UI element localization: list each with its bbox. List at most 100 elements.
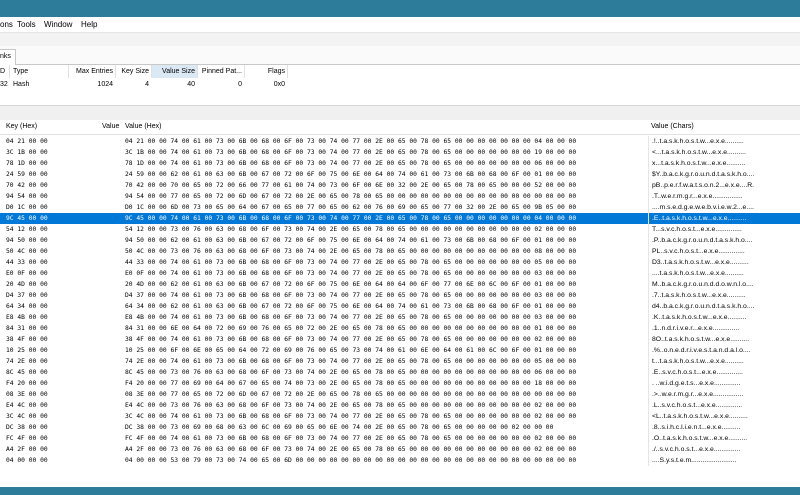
tab-links-label: nks xyxy=(0,53,11,60)
col-header-flags[interactable]: Flags xyxy=(245,65,288,78)
cell-value-hex: 04 00 00 00 53 00 79 00 73 00 74 00 65 0… xyxy=(125,457,577,464)
cell-value-hex: 24 59 00 00 62 00 61 00 63 00 6B 00 67 0… xyxy=(125,171,577,178)
column-divider xyxy=(648,235,649,246)
column-divider xyxy=(648,444,649,455)
cell-key-hex: 70 42 00 00 xyxy=(6,182,48,189)
cell-value-chars: <L..t.a.s.k.h.o.s.t.w...e.x.e.......... xyxy=(652,413,748,420)
column-divider xyxy=(648,180,649,191)
cell-value-hex: 20 4D 00 00 62 00 61 00 63 00 6B 00 67 0… xyxy=(125,281,577,288)
col-header-value[interactable]: Value xyxy=(102,120,119,134)
table-row[interactable]: E8 4B 00 00 E8 4B 00 00 74 00 61 00 73 00… xyxy=(0,312,800,323)
table-row[interactable]: 44 33 00 00 44 33 00 00 74 00 61 00 73 00… xyxy=(0,257,800,268)
table-row[interactable]: 38 4F 00 00 38 4F 00 00 74 00 61 00 73 00… xyxy=(0,334,800,345)
cell-value-chars: PL..s.v.c.h.o.s.t...e.x.e.............. xyxy=(652,248,745,255)
cell-value-hex: F4 20 00 00 77 00 69 00 64 00 67 00 65 0… xyxy=(125,380,577,387)
table-row[interactable]: E0 0F 00 00 E0 0F 00 00 74 00 61 00 73 00… xyxy=(0,268,800,279)
cell-value-hex: E4 4C 00 00 73 00 76 00 63 00 68 00 6F 0… xyxy=(125,402,577,409)
cell-key-hex: 94 54 00 00 xyxy=(6,193,48,200)
cell-value-hex: 78 1D 00 00 74 00 61 00 73 00 6B 00 68 0… xyxy=(125,160,577,167)
table-row[interactable]: 24 59 00 00 24 59 00 00 62 00 61 00 63 00… xyxy=(0,169,800,180)
column-divider xyxy=(648,202,649,213)
table-row[interactable]: 94 50 00 00 94 50 00 00 62 00 61 00 63 00… xyxy=(0,235,800,246)
cell-key-hex: 24 59 00 00 xyxy=(6,171,48,178)
cell-value-hex: 3C 1B 00 00 74 00 61 00 73 00 6B 00 68 0… xyxy=(125,149,577,156)
column-divider xyxy=(648,400,649,411)
cell-value-chars: ....t.a.s.k.h.o.s.t.w...e.x.e.......... xyxy=(652,270,744,277)
table-row[interactable]: 84 31 00 00 84 31 00 00 6E 00 64 00 72 00… xyxy=(0,323,800,334)
maps-grid: D Type Max Entries Key Size Value Size P… xyxy=(0,65,800,105)
cell-value-hex: 50 4C 00 00 73 00 76 00 63 00 68 00 6F 0… xyxy=(125,248,577,255)
menu-window[interactable]: Window xyxy=(44,20,72,29)
status-strip xyxy=(0,471,800,487)
table-row[interactable]: 04 00 00 00 04 00 00 00 53 00 79 00 73 00… xyxy=(0,455,800,466)
table-row[interactable]: 78 1D 00 00 78 1D 00 00 74 00 61 00 73 00… xyxy=(0,158,800,169)
table-row[interactable]: 9C 45 00 00 9C 45 00 00 74 00 61 00 73 00… xyxy=(0,213,800,224)
table-row[interactable]: 08 3E 00 00 08 3E 00 00 77 00 65 00 72 00… xyxy=(0,389,800,400)
table-row[interactable]: D4 37 00 00 D4 37 00 00 74 00 61 00 73 00… xyxy=(0,290,800,301)
cell-value-chars: pB..p.e.r.f.w.a.t.s.o.n.2...e.x.e....R. xyxy=(652,182,755,189)
table-row[interactable]: DC 38 00 00 DC 38 00 00 73 00 69 00 68 00… xyxy=(0,422,800,433)
cell-value-chars: .>..w.e.r.m.g.r...e.x.e................ xyxy=(652,391,744,398)
table-row[interactable]: 54 12 00 00 54 12 00 00 73 00 76 00 63 00… xyxy=(0,224,800,235)
table-row[interactable]: D0 1C 00 00 D0 1C 00 00 6D 00 73 00 65 00… xyxy=(0,202,800,213)
column-divider xyxy=(648,345,649,356)
cell-value-chars: .1..n.d.r.i.v.e.r...e.x.e.............. xyxy=(652,325,740,332)
table-row[interactable]: 94 54 00 00 94 54 00 00 77 00 65 00 72 00… xyxy=(0,191,800,202)
cell-key-hex: 9C 45 00 00 xyxy=(6,215,48,222)
col-header-max-entries[interactable]: Max Entries xyxy=(69,65,116,78)
column-divider xyxy=(648,147,649,158)
table-row[interactable]: 04 21 00 00 04 21 00 00 74 00 61 00 73 00… xyxy=(0,136,800,147)
cell-key-hex: 50 4C 00 00 xyxy=(6,248,48,255)
cell-key-hex: FC 4F 00 00 xyxy=(6,435,48,442)
column-divider xyxy=(648,455,649,466)
cell-value-hex: D4 37 00 00 74 00 61 00 73 00 6B 00 68 0… xyxy=(125,292,577,299)
col-header-key-size[interactable]: Key Size xyxy=(116,65,152,78)
table-row[interactable]: 70 42 00 00 70 42 00 00 70 00 65 00 72 00… xyxy=(0,180,800,191)
cell-value-chars: .T..w.e.r.m.g.r...e.x.e................ xyxy=(652,193,743,200)
cell-key-hex: DC 38 00 00 xyxy=(6,424,48,431)
cell-key-hex: E8 4B 00 00 xyxy=(6,314,48,321)
table-row[interactable]: 10 25 00 00 10 25 00 00 6F 00 6E 00 65 00… xyxy=(0,345,800,356)
table-row[interactable]: 32 Hash 1024 4 40 0 0x0 xyxy=(0,80,288,90)
cell-value-hex: 3C 4C 00 00 74 00 61 00 73 00 6B 00 68 0… xyxy=(125,413,577,420)
table-row[interactable]: 20 4D 00 00 20 4D 00 00 62 00 61 00 63 00… xyxy=(0,279,800,290)
table-row[interactable]: 64 34 00 00 64 34 00 00 62 00 61 00 63 00… xyxy=(0,301,800,312)
col-header-value-size[interactable]: Value Size xyxy=(152,65,198,78)
menu-tools[interactable]: Tools xyxy=(17,20,36,29)
cell-value-hex: 08 3E 00 00 77 00 65 00 72 00 6D 00 67 0… xyxy=(125,391,577,398)
cell-value-chars: .%..o.n.e.d.r.i.v.e.s.t.a.n.d.a.l.o.... xyxy=(652,347,751,354)
col-header-value-chars[interactable]: Value (Chars) xyxy=(651,120,694,134)
col-header-pinned-path[interactable]: Pinned Pat... xyxy=(198,65,245,78)
tab-links[interactable]: nks xyxy=(0,49,16,65)
col-header-value-hex[interactable]: Value (Hex) xyxy=(125,120,161,134)
col-header-key-hex[interactable]: Key (Hex) xyxy=(6,120,37,134)
menu-help[interactable]: Help xyxy=(81,20,97,29)
column-divider xyxy=(648,224,649,235)
table-row[interactable]: 74 2E 00 00 74 2E 00 00 74 00 61 00 73 00… xyxy=(0,356,800,367)
cell-value-hex: 64 34 00 00 62 00 61 00 63 00 6B 00 67 0… xyxy=(125,303,577,310)
col-header-id[interactable]: D xyxy=(0,65,10,78)
cell-id: 32 xyxy=(0,81,8,88)
splitter[interactable] xyxy=(0,105,800,121)
table-row[interactable]: 3C 1B 00 00 3C 1B 00 00 74 00 61 00 73 00… xyxy=(0,147,800,158)
cell-key-hex: 04 21 00 00 xyxy=(6,138,48,145)
cell-value-hex: 84 31 00 00 6E 00 64 00 72 00 69 00 76 0… xyxy=(125,325,577,332)
entries-list: 04 21 00 00 04 21 00 00 74 00 61 00 73 00… xyxy=(0,136,800,471)
table-row[interactable]: 8C 45 00 00 8C 45 00 00 73 00 76 00 63 00… xyxy=(0,367,800,378)
cell-value-chars: .K..t.a.s.k.h.o.s.t.w...e.x.e.......... xyxy=(652,314,747,321)
cell-value-hex: 04 21 00 00 74 00 61 00 73 00 6B 00 68 0… xyxy=(125,138,577,145)
cell-value-hex: E0 0F 00 00 74 00 61 00 73 00 6B 00 68 0… xyxy=(125,270,577,277)
col-header-type[interactable]: Type xyxy=(10,65,69,78)
table-row[interactable]: A4 2F 00 00 A4 2F 00 00 73 00 76 00 63 00… xyxy=(0,444,800,455)
table-row[interactable]: E4 4C 00 00 E4 4C 00 00 73 00 76 00 63 00… xyxy=(0,400,800,411)
cell-value-hex: 70 42 00 00 70 00 65 00 72 00 66 00 77 0… xyxy=(125,182,577,189)
table-row[interactable]: 50 4C 00 00 50 4C 00 00 73 00 76 00 63 00… xyxy=(0,246,800,257)
column-divider xyxy=(648,246,649,257)
table-row[interactable]: F4 20 00 00 F4 20 00 00 77 00 69 00 64 00… xyxy=(0,378,800,389)
table-row[interactable]: FC 4F 00 00 FC 4F 00 00 74 00 61 00 73 00… xyxy=(0,433,800,444)
cell-value-hex: FC 4F 00 00 74 00 61 00 73 00 6B 00 68 0… xyxy=(125,435,577,442)
column-divider xyxy=(648,191,649,202)
menu-options[interactable]: ons xyxy=(0,20,13,29)
column-divider xyxy=(648,158,649,169)
table-row[interactable]: 3C 4C 00 00 3C 4C 00 00 74 00 61 00 73 00… xyxy=(0,411,800,422)
